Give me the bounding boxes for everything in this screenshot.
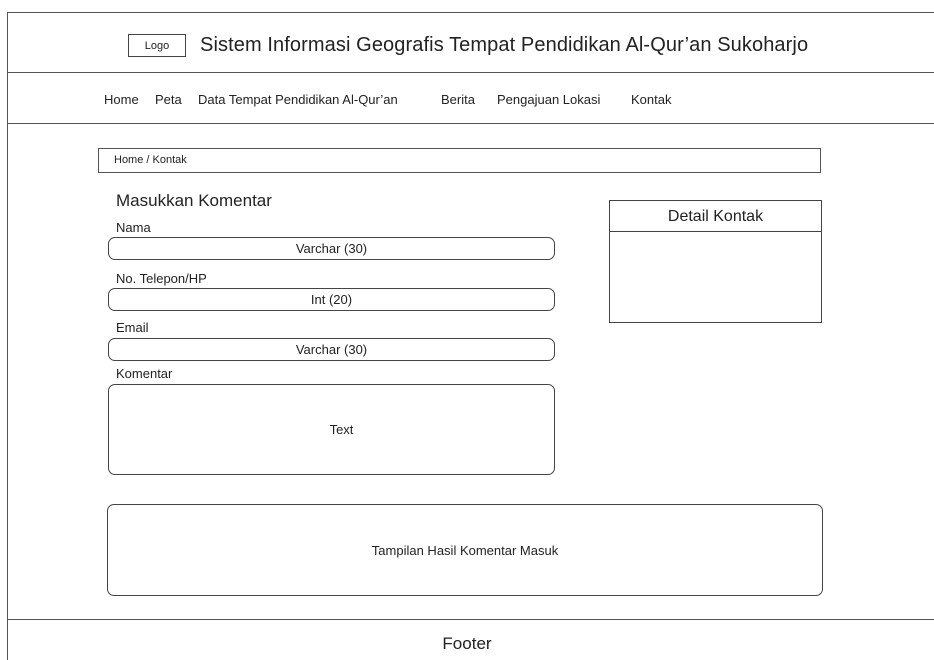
email-label: Email: [116, 320, 149, 335]
phone-label: No. Telepon/HP: [116, 271, 207, 286]
breadcrumb: Home / Kontak: [98, 148, 821, 173]
comment-textarea[interactable]: Text: [108, 384, 555, 475]
footer-divider: [7, 619, 934, 620]
logo[interactable]: Logo: [128, 34, 186, 57]
detail-kontak-panel: Detail Kontak: [609, 200, 822, 323]
site-title: Sistem Informasi Geografis Tempat Pendid…: [200, 34, 809, 56]
nav-item-pengajuan-lokasi[interactable]: Pengajuan Lokasi: [497, 92, 600, 107]
nav-item-home[interactable]: Home: [104, 92, 139, 107]
detail-kontak-title: Detail Kontak: [610, 201, 821, 232]
phone-input[interactable]: Int (20): [108, 288, 555, 311]
nav-item-berita[interactable]: Berita: [441, 92, 475, 107]
nav-item-peta[interactable]: Peta: [155, 92, 182, 107]
nav-item-kontak[interactable]: Kontak: [631, 92, 671, 107]
nav-item-data-tempat[interactable]: Data Tempat Pendidikan Al-Qur’an: [198, 92, 398, 107]
name-input[interactable]: Varchar (30): [108, 237, 555, 260]
comment-results-panel: Tampilan Hasil Komentar Masuk: [107, 504, 823, 596]
footer: Footer: [442, 634, 492, 653]
comment-textarea-text: Text: [329, 422, 354, 437]
comment-label: Komentar: [116, 366, 173, 381]
comment-results-text: Tampilan Hasil Komentar Masuk: [371, 542, 559, 558]
name-label: Nama: [116, 220, 151, 235]
email-input[interactable]: Varchar (30): [108, 338, 555, 361]
form-title: Masukkan Komentar: [116, 191, 272, 210]
